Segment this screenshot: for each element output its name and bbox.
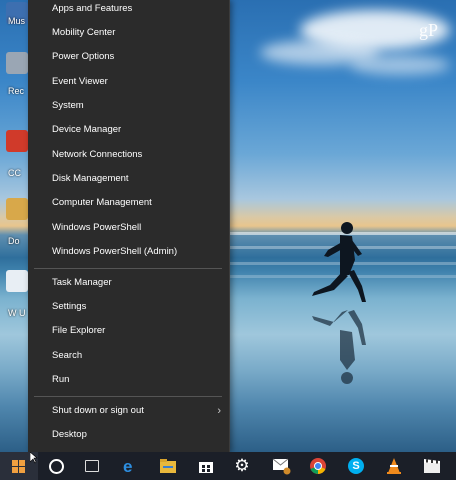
movie-maker-icon[interactable] (422, 456, 442, 476)
menu-item-computer-management[interactable]: Computer Management (28, 192, 229, 214)
menu-item-shut-down-or-sign-out[interactable]: Shut down or sign out › (28, 400, 229, 422)
menu-item-run[interactable]: Run (28, 369, 229, 391)
recycle-bin-icon[interactable] (6, 52, 28, 74)
store-icon[interactable] (196, 456, 216, 476)
menu-item-task-manager[interactable]: Task Manager (28, 272, 229, 294)
menu-item-disk-management[interactable]: Disk Management (28, 168, 229, 190)
vlc-icon[interactable] (384, 456, 404, 476)
menu-item-windows-powershell-admin[interactable]: Windows PowerShell (Admin) (28, 241, 229, 263)
svg-text:e: e (123, 457, 132, 475)
winx-context-menu: Apps and Features Mobility Center Power … (28, 0, 230, 453)
desktop-icon-documents[interactable] (6, 198, 28, 220)
runner-silhouette (312, 222, 366, 384)
desktop-label: Do (8, 236, 20, 246)
menu-item-desktop[interactable]: Desktop (28, 424, 229, 446)
windows-start-icon (12, 460, 25, 473)
menu-separator (34, 396, 222, 397)
desktop-label: CC (8, 168, 21, 178)
menu-item-search[interactable]: Search (28, 345, 229, 367)
menu-item-apps-and-features[interactable]: Apps and Features (28, 0, 229, 20)
task-view-icon[interactable] (82, 456, 102, 476)
chrome-icon[interactable] (308, 456, 328, 476)
chevron-right-icon: › (217, 405, 221, 417)
desktop-label: Mus (8, 16, 26, 26)
mail-icon[interactable] (272, 456, 292, 476)
cortana-icon[interactable] (46, 456, 66, 476)
menu-item-device-manager[interactable]: Device Manager (28, 119, 229, 141)
menu-item-system[interactable]: System (28, 95, 229, 117)
settings-icon[interactable]: ⚙ (232, 456, 252, 476)
desktop-label: Rec (8, 86, 25, 96)
desktop-icon-ccleaner[interactable] (6, 130, 28, 152)
desktop-icon-windows-update[interactable] (6, 270, 28, 292)
watermark-logo: gP (418, 20, 438, 40)
mouse-cursor-icon (30, 452, 38, 464)
file-explorer-icon[interactable] (158, 456, 178, 476)
skype-icon[interactable]: S (346, 456, 366, 476)
menu-item-power-options[interactable]: Power Options (28, 46, 229, 68)
menu-item-network-connections[interactable]: Network Connections (28, 144, 229, 166)
menu-item-event-viewer[interactable]: Event Viewer (28, 71, 229, 93)
menu-item-file-explorer[interactable]: File Explorer (28, 320, 229, 342)
edge-icon[interactable]: e (120, 456, 140, 476)
desktop-label: W U (8, 308, 26, 318)
taskbar: e ⚙ S (0, 452, 456, 480)
menu-item-settings[interactable]: Settings (28, 296, 229, 318)
menu-item-mobility-center[interactable]: Mobility Center (28, 22, 229, 44)
menu-item-windows-powershell[interactable]: Windows PowerShell (28, 217, 229, 239)
menu-item-label: Shut down or sign out (52, 405, 144, 416)
menu-separator (34, 268, 222, 269)
